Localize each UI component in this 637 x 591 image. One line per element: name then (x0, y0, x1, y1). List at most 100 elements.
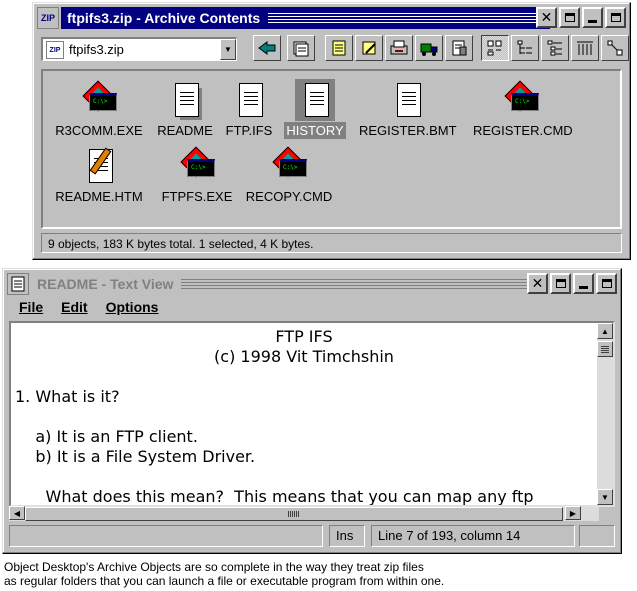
text-content-pane[interactable]: FTP IFS (c) 1998 Vit Timchshin 1. What is … (9, 321, 615, 507)
vertical-scroll-thumb[interactable] (597, 341, 613, 357)
text-view-status-bar: Ins Line 7 of 193, column 14 (9, 525, 615, 547)
horizontal-scroll-thumb[interactable] (25, 507, 563, 521)
status-field-empty (9, 525, 323, 547)
hierarchy-icon (607, 40, 623, 56)
file-item[interactable]: README.HTM (49, 145, 149, 211)
restore-icon (555, 279, 566, 288)
tree-view-button[interactable] (511, 35, 539, 61)
maximize-icon (610, 13, 621, 22)
file-name: FTPFS.EXE (161, 189, 233, 204)
close-button[interactable]: ✕ (527, 273, 548, 294)
arrow-right-icon: ▶ (569, 508, 577, 518)
file-name: REGISTER.BMT (359, 123, 457, 138)
archive-status-bar: 9 objects, 183 K bytes total. 1 selected… (41, 233, 622, 253)
file-name: R3COMM.EXE (55, 123, 143, 138)
zip-file-icon: ZIP (46, 41, 64, 59)
zip-system-menu-icon[interactable]: ZIP (37, 7, 59, 29)
text-line: a) It is an FTP client. (15, 427, 198, 446)
document-icon (229, 79, 269, 121)
archive-window: ZIP ftpifs3.zip - Archive Contents ✕ ZIP… (32, 2, 631, 260)
caption-line-1: Object Desktop's Archive Objects are so … (4, 560, 424, 574)
file-item[interactable]: RECOPY.CMD (239, 145, 339, 211)
insert-mode-indicator: Ins (329, 525, 365, 547)
properties-doc-icon (452, 40, 467, 56)
maximize-button[interactable] (596, 273, 617, 294)
archive-title-text: ftpifs3.zip - Archive Contents (61, 10, 269, 26)
text-view-title-text: README - Text View (31, 276, 182, 292)
text-line: 1. What is it? (15, 387, 120, 406)
scroll-left-button[interactable]: ◀ (9, 506, 25, 520)
archive-titlebar[interactable]: ZIP ftpifs3.zip - Archive Contents ✕ (37, 7, 626, 29)
note-pencil-icon (362, 41, 376, 55)
menu-options[interactable]: Options (106, 297, 159, 317)
text-line: (c) 1998 Vit Timchshin (214, 347, 394, 366)
executable-icon (501, 79, 541, 121)
text-content[interactable]: FTP IFS (c) 1998 Vit Timchshin 1. What is … (15, 327, 593, 505)
print-button[interactable] (385, 35, 413, 61)
archive-title[interactable]: ftpifs3.zip - Archive Contents (61, 7, 550, 29)
outline-view-icon (547, 40, 562, 56)
scroll-right-button[interactable]: ▶ (565, 506, 581, 520)
text-view-title[interactable]: README - Text View (31, 273, 541, 295)
document-system-menu-icon[interactable] (7, 273, 29, 295)
file-item[interactable]: R3COMM.EXE (49, 79, 149, 145)
vertical-scrollbar[interactable]: ▲ ▼ (597, 323, 613, 505)
menu-bar: File Edit Options (7, 297, 617, 317)
close-icon: ✕ (531, 275, 544, 292)
menu-file[interactable]: File (19, 297, 43, 317)
stack-icon (293, 41, 309, 57)
file-item[interactable]: HISTORY (265, 79, 365, 145)
scroll-up-button[interactable]: ▲ (597, 323, 613, 339)
horizontal-scrollbar[interactable]: ◀ ▶ (9, 506, 599, 521)
back-button[interactable] (253, 35, 281, 61)
back-arrow-icon (258, 41, 276, 55)
move-button[interactable] (415, 35, 443, 61)
text-line (15, 407, 593, 427)
executable-icon (79, 79, 119, 121)
file-item[interactable]: REGISTER.CMD (471, 79, 573, 145)
menu-edit[interactable]: Edit (61, 297, 87, 317)
document-icon (387, 79, 427, 121)
text-line: FTP IFS (275, 327, 333, 346)
restore-button[interactable] (550, 273, 571, 294)
maximize-icon (601, 279, 612, 288)
copy-button[interactable] (325, 35, 353, 61)
html-document-icon (79, 145, 119, 187)
scroll-down-button[interactable]: ▼ (597, 489, 613, 505)
details-view-icon (577, 41, 593, 55)
combo-dropdown-button[interactable]: ▼ (220, 39, 236, 60)
close-icon: ✕ (540, 9, 553, 26)
copy-doc-icon (332, 40, 346, 56)
cursor-position: Line 7 of 193, column 14 (371, 525, 575, 547)
restore-icon (564, 13, 575, 22)
edit-button[interactable] (355, 35, 383, 61)
file-item[interactable]: FTPFS.EXE (147, 145, 247, 211)
properties-button[interactable] (445, 35, 473, 61)
text-view-titlebar[interactable]: README - Text View ✕ (7, 273, 617, 295)
caption-line-2: as regular folders that you can launch a… (4, 574, 445, 588)
tree-view-icon (517, 40, 532, 54)
file-icon-pane[interactable]: R3COMM.EXEREADMEFTP.IFSHISTORYREGISTER.B… (41, 69, 622, 229)
restore-button[interactable] (559, 7, 580, 28)
minimize-icon (579, 285, 588, 289)
figure-caption: Object Desktop's Archive Objects are so … (4, 560, 604, 588)
icon-view-icon (487, 40, 502, 56)
minimize-button[interactable] (582, 7, 603, 28)
maximize-button[interactable] (605, 7, 626, 28)
path-combo[interactable]: ZIP ftpifs3.zip ▼ (41, 37, 237, 61)
file-item[interactable]: REGISTER.BMT (357, 79, 457, 145)
extract-button[interactable] (287, 35, 315, 61)
chevron-down-icon: ▼ (224, 45, 232, 54)
minimize-button[interactable] (573, 273, 594, 294)
arrow-down-icon: ▼ (601, 492, 609, 502)
file-name: HISTORY (284, 122, 346, 139)
details-view-button[interactable] (571, 35, 599, 61)
icon-view-button[interactable] (481, 35, 509, 61)
close-button[interactable]: ✕ (536, 7, 557, 28)
text-line (15, 367, 593, 387)
executable-icon (269, 145, 309, 187)
hierarchy-view-button[interactable] (601, 35, 629, 61)
text-line (15, 467, 593, 487)
outline-view-button[interactable] (541, 35, 569, 61)
status-field-extra (579, 525, 615, 547)
